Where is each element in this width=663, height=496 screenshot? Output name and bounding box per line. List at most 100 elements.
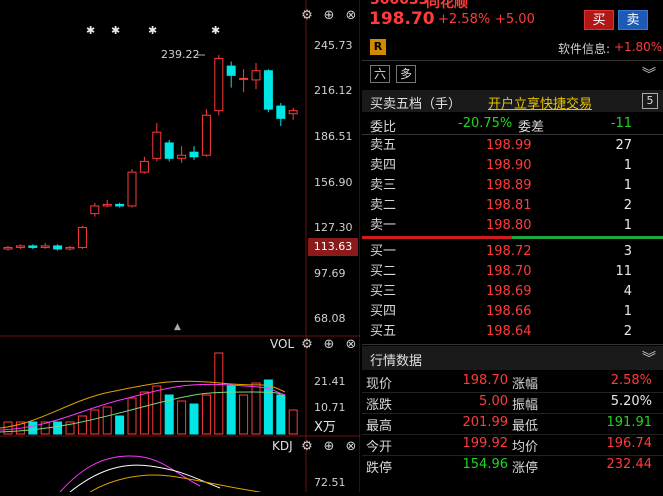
ask-row[interactable]: 卖三 198.89 1 bbox=[362, 176, 663, 196]
volume-bar bbox=[239, 394, 249, 435]
volume-bar bbox=[226, 385, 236, 435]
market-label: 最高 bbox=[366, 419, 393, 434]
market-value: 5.00 bbox=[479, 394, 508, 409]
settings-gear-icon[interactable]: ⚙ bbox=[300, 338, 314, 352]
vol-unit-label: X万 bbox=[314, 420, 336, 435]
open-account-link[interactable]: 开户立享快捷交易 bbox=[488, 93, 592, 112]
candle bbox=[201, 114, 211, 156]
volume-bar bbox=[115, 415, 125, 435]
scroll-up-icon[interactable]: ▲ bbox=[174, 322, 181, 332]
volume-bar bbox=[139, 391, 149, 435]
close-icon[interactable]: ⊗ bbox=[344, 9, 358, 23]
volume-bar bbox=[90, 409, 100, 435]
ask-label: 卖四 bbox=[370, 158, 397, 173]
bid-row[interactable]: 买三 198.69 4 bbox=[362, 282, 663, 302]
market-value: 199.92 bbox=[462, 436, 509, 451]
candle bbox=[102, 203, 112, 207]
volume-bar bbox=[177, 400, 187, 435]
ask-label: 卖五 bbox=[370, 138, 397, 153]
tag-six[interactable]: 六 bbox=[370, 65, 390, 83]
candle bbox=[28, 245, 38, 248]
candle bbox=[77, 226, 87, 248]
market-value: 191.91 bbox=[606, 415, 653, 430]
ask-volume: 1 bbox=[623, 178, 632, 193]
market-label: 最低 bbox=[512, 419, 539, 434]
collapse-chevron-icon[interactable]: ︾ bbox=[642, 348, 656, 368]
current-price-tag: 113.63 bbox=[308, 238, 358, 256]
zoom-in-icon[interactable]: ⊕ bbox=[322, 9, 336, 23]
price-axis-tick: 97.69 bbox=[314, 267, 346, 280]
ask-row[interactable]: 卖一 198.80 1 bbox=[362, 216, 663, 236]
market-label: 振幅 bbox=[512, 398, 539, 413]
ask-row[interactable]: 卖五 198.99 27 bbox=[362, 136, 663, 156]
settings-gear-icon[interactable]: ⚙ bbox=[300, 440, 314, 454]
bid-row[interactable]: 买四 198.66 1 bbox=[362, 302, 663, 322]
volume-bar bbox=[53, 421, 63, 435]
ask-price[interactable]: 198.89 bbox=[486, 176, 532, 196]
bid-label: 买二 bbox=[370, 264, 397, 279]
bid-price[interactable]: 198.70 bbox=[486, 262, 532, 282]
ask-row[interactable]: 卖二 198.81 2 bbox=[362, 196, 663, 216]
kline-chart-area[interactable]: ✱ ✱ ✱ ✱ 239.22 245.73 216.12 186.51 156.… bbox=[0, 0, 361, 493]
vol-panel-label[interactable]: VOL bbox=[270, 337, 294, 351]
bid-volume: 3 bbox=[623, 244, 632, 259]
bid-row[interactable]: 买五 198.64 2 bbox=[362, 322, 663, 342]
bid-ratio-bar bbox=[512, 236, 663, 239]
bid-volume: 1 bbox=[623, 304, 632, 319]
candle bbox=[263, 70, 273, 110]
market-value: 201.99 bbox=[462, 415, 509, 430]
zoom-in-icon[interactable]: ⊕ bbox=[322, 440, 336, 454]
candle bbox=[189, 151, 199, 158]
close-icon[interactable]: ⊗ bbox=[344, 440, 358, 454]
ask-price[interactable]: 198.81 bbox=[486, 196, 532, 216]
volume-bar bbox=[127, 397, 137, 435]
market-label: 涨停 bbox=[512, 461, 539, 476]
weibi-value: -20.75% bbox=[458, 116, 513, 131]
change-amount: +5.00 bbox=[495, 12, 535, 27]
tag-many[interactable]: 多 bbox=[396, 65, 416, 83]
volume-bar bbox=[276, 394, 286, 435]
close-icon[interactable]: ⊗ bbox=[344, 338, 358, 352]
kline-svg[interactable] bbox=[0, 0, 361, 493]
event-star-icon[interactable]: ✱ bbox=[86, 24, 95, 37]
bid-price[interactable]: 198.72 bbox=[486, 242, 532, 262]
sell-button[interactable]: 卖 bbox=[618, 10, 648, 30]
collapse-chevron-icon[interactable]: ︾ bbox=[642, 64, 656, 84]
bid-row[interactable]: 买一 198.72 3 bbox=[362, 242, 663, 262]
market-data-title: 行情数据 bbox=[370, 354, 423, 369]
r-badge[interactable]: R bbox=[370, 39, 386, 55]
kdj-axis-tick: 72.51 bbox=[314, 476, 346, 489]
ask-label: 卖二 bbox=[370, 198, 397, 213]
candle bbox=[127, 171, 137, 207]
level-count-badge[interactable]: 5 bbox=[642, 93, 658, 109]
ask-row[interactable]: 卖四 198.90 1 bbox=[362, 156, 663, 176]
ask-price[interactable]: 198.99 bbox=[486, 136, 532, 156]
zoom-in-icon[interactable]: ⊕ bbox=[322, 338, 336, 352]
candle bbox=[115, 203, 125, 207]
settings-gear-icon[interactable]: ⚙ bbox=[300, 9, 314, 23]
bid-volume: 2 bbox=[623, 324, 632, 339]
ask-price[interactable]: 198.90 bbox=[486, 156, 532, 176]
bid-price[interactable]: 198.69 bbox=[486, 282, 532, 302]
candle bbox=[239, 77, 249, 80]
ask-volume: 27 bbox=[615, 138, 632, 153]
ask-price[interactable]: 198.80 bbox=[486, 216, 532, 236]
bid-volume: 11 bbox=[615, 264, 632, 279]
candle bbox=[177, 154, 187, 159]
candle bbox=[164, 142, 174, 159]
event-star-icon[interactable]: ✱ bbox=[211, 24, 220, 37]
bid-label: 买四 bbox=[370, 304, 397, 319]
ask-label: 卖一 bbox=[370, 218, 397, 233]
bid-row[interactable]: 买二 198.70 11 bbox=[362, 262, 663, 282]
event-star-icon[interactable]: ✱ bbox=[111, 24, 120, 37]
market-value: 2.58% bbox=[610, 373, 652, 388]
event-star-icon[interactable]: ✱ bbox=[148, 24, 157, 37]
bid-price[interactable]: 198.64 bbox=[486, 322, 532, 342]
price-axis-tick: 245.73 bbox=[314, 39, 353, 52]
market-value: 196.74 bbox=[606, 436, 653, 451]
bid-price[interactable]: 198.66 bbox=[486, 302, 532, 322]
price-axis-tick: 186.51 bbox=[314, 130, 353, 143]
candle bbox=[226, 65, 236, 76]
kdj-panel-label[interactable]: KDJ bbox=[272, 439, 293, 453]
buy-button[interactable]: 买 bbox=[584, 10, 614, 30]
